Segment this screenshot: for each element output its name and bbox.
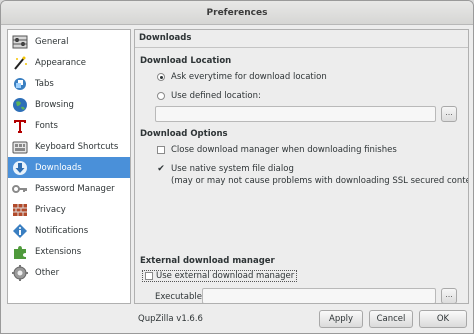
key-icon bbox=[11, 180, 29, 198]
sidebar-item-label: Notifications bbox=[35, 225, 89, 236]
brick-wall-icon bbox=[11, 201, 29, 219]
external-manager-heading: External download manager bbox=[140, 256, 275, 266]
checkbox-indicator[interactable] bbox=[157, 146, 165, 154]
sidebar-item-password-manager[interactable]: Password Manager bbox=[8, 178, 130, 199]
radio-indicator[interactable] bbox=[157, 92, 165, 100]
browsing-icon bbox=[11, 96, 29, 114]
sidebar-item-appearance[interactable]: Appearance bbox=[8, 52, 130, 73]
cancel-button[interactable]: Cancel bbox=[369, 310, 413, 328]
preferences-sidebar: General Appearance Tabs Browsing Fonts K… bbox=[7, 29, 131, 304]
appearance-icon bbox=[11, 54, 29, 72]
sidebar-item-downloads[interactable]: Downloads bbox=[8, 157, 130, 178]
ask-location-label: Ask everytime for download location bbox=[171, 72, 327, 82]
keyboard-icon bbox=[11, 138, 29, 156]
native-dialog-note: (may or may not cause problems with down… bbox=[171, 176, 469, 186]
sidebar-item-label: Appearance bbox=[35, 57, 87, 68]
sidebar-item-label: Other bbox=[35, 267, 60, 278]
sidebar-item-extensions[interactable]: Extensions bbox=[8, 241, 130, 262]
preferences-window: Preferences General Appearance Tabs Brow… bbox=[0, 0, 474, 334]
sidebar-item-label: Extensions bbox=[35, 246, 82, 257]
sidebar-item-label: Downloads bbox=[35, 162, 82, 173]
fonts-icon bbox=[11, 117, 29, 135]
sidebar-item-browsing[interactable]: Browsing bbox=[8, 94, 130, 115]
sidebar-item-label: Keyboard Shortcuts bbox=[35, 141, 119, 152]
executable-input[interactable] bbox=[202, 288, 436, 303]
apply-button[interactable]: Apply bbox=[319, 310, 363, 328]
sidebar-item-other[interactable]: Other bbox=[8, 262, 130, 283]
native-dialog-note-text: (may or may not cause problems with down… bbox=[171, 176, 469, 186]
info-icon bbox=[11, 222, 29, 240]
page-title: Downloads bbox=[135, 30, 468, 48]
sidebar-item-general[interactable]: General bbox=[8, 31, 130, 52]
ask-location-radio[interactable]: Ask everytime for download location bbox=[157, 72, 327, 82]
sidebar-item-label: Browsing bbox=[35, 99, 74, 110]
checkmark-icon[interactable]: ✔ bbox=[157, 165, 165, 174]
download-location-heading: Download Location bbox=[140, 56, 232, 66]
use-external-manager-label: Use external download manager bbox=[156, 271, 295, 281]
sidebar-item-label: Fonts bbox=[35, 120, 58, 131]
defined-location-label: Use defined location: bbox=[171, 91, 261, 101]
close-manager-checkbox[interactable]: Close download manager when downloading … bbox=[157, 145, 397, 155]
sidebar-item-fonts[interactable]: Fonts bbox=[8, 115, 130, 136]
browse-executable-button[interactable]: ... bbox=[441, 288, 457, 303]
ok-button[interactable]: OK bbox=[419, 310, 467, 328]
tabs-icon bbox=[11, 75, 29, 93]
sidebar-item-label: Tabs bbox=[35, 78, 54, 89]
general-icon bbox=[11, 33, 29, 51]
sidebar-item-notifications[interactable]: Notifications bbox=[8, 220, 130, 241]
downloads-icon bbox=[11, 159, 29, 177]
browse-location-button[interactable]: ... bbox=[441, 106, 457, 122]
sidebar-item-label: Privacy bbox=[35, 204, 66, 215]
gear-icon bbox=[11, 264, 29, 282]
puzzle-icon bbox=[11, 243, 29, 261]
window-title: Preferences bbox=[1, 1, 473, 25]
download-options-heading: Download Options bbox=[140, 129, 228, 139]
checkbox-indicator[interactable] bbox=[145, 272, 153, 280]
sidebar-item-keyboard-shortcuts[interactable]: Keyboard Shortcuts bbox=[8, 136, 130, 157]
sidebar-item-label: General bbox=[35, 36, 69, 47]
download-path-input[interactable] bbox=[155, 106, 436, 122]
native-dialog-checkbox[interactable]: ✔ Use native system file dialog bbox=[157, 164, 294, 174]
close-manager-label: Close download manager when downloading … bbox=[171, 145, 397, 155]
sidebar-item-tabs[interactable]: Tabs bbox=[8, 73, 130, 94]
version-label: QupZilla v1.6.6 bbox=[138, 314, 203, 324]
sidebar-item-label: Password Manager bbox=[35, 183, 115, 194]
sidebar-item-privacy[interactable]: Privacy bbox=[8, 199, 130, 220]
defined-location-radio[interactable]: Use defined location: bbox=[157, 91, 261, 101]
use-external-manager-checkbox[interactable]: Use external download manager bbox=[142, 270, 298, 282]
executable-label: Executable: bbox=[155, 292, 205, 302]
downloads-panel: Downloads Download Location Ask everytim… bbox=[134, 29, 469, 304]
radio-indicator[interactable] bbox=[157, 73, 165, 81]
native-dialog-label: Use native system file dialog bbox=[171, 164, 294, 174]
